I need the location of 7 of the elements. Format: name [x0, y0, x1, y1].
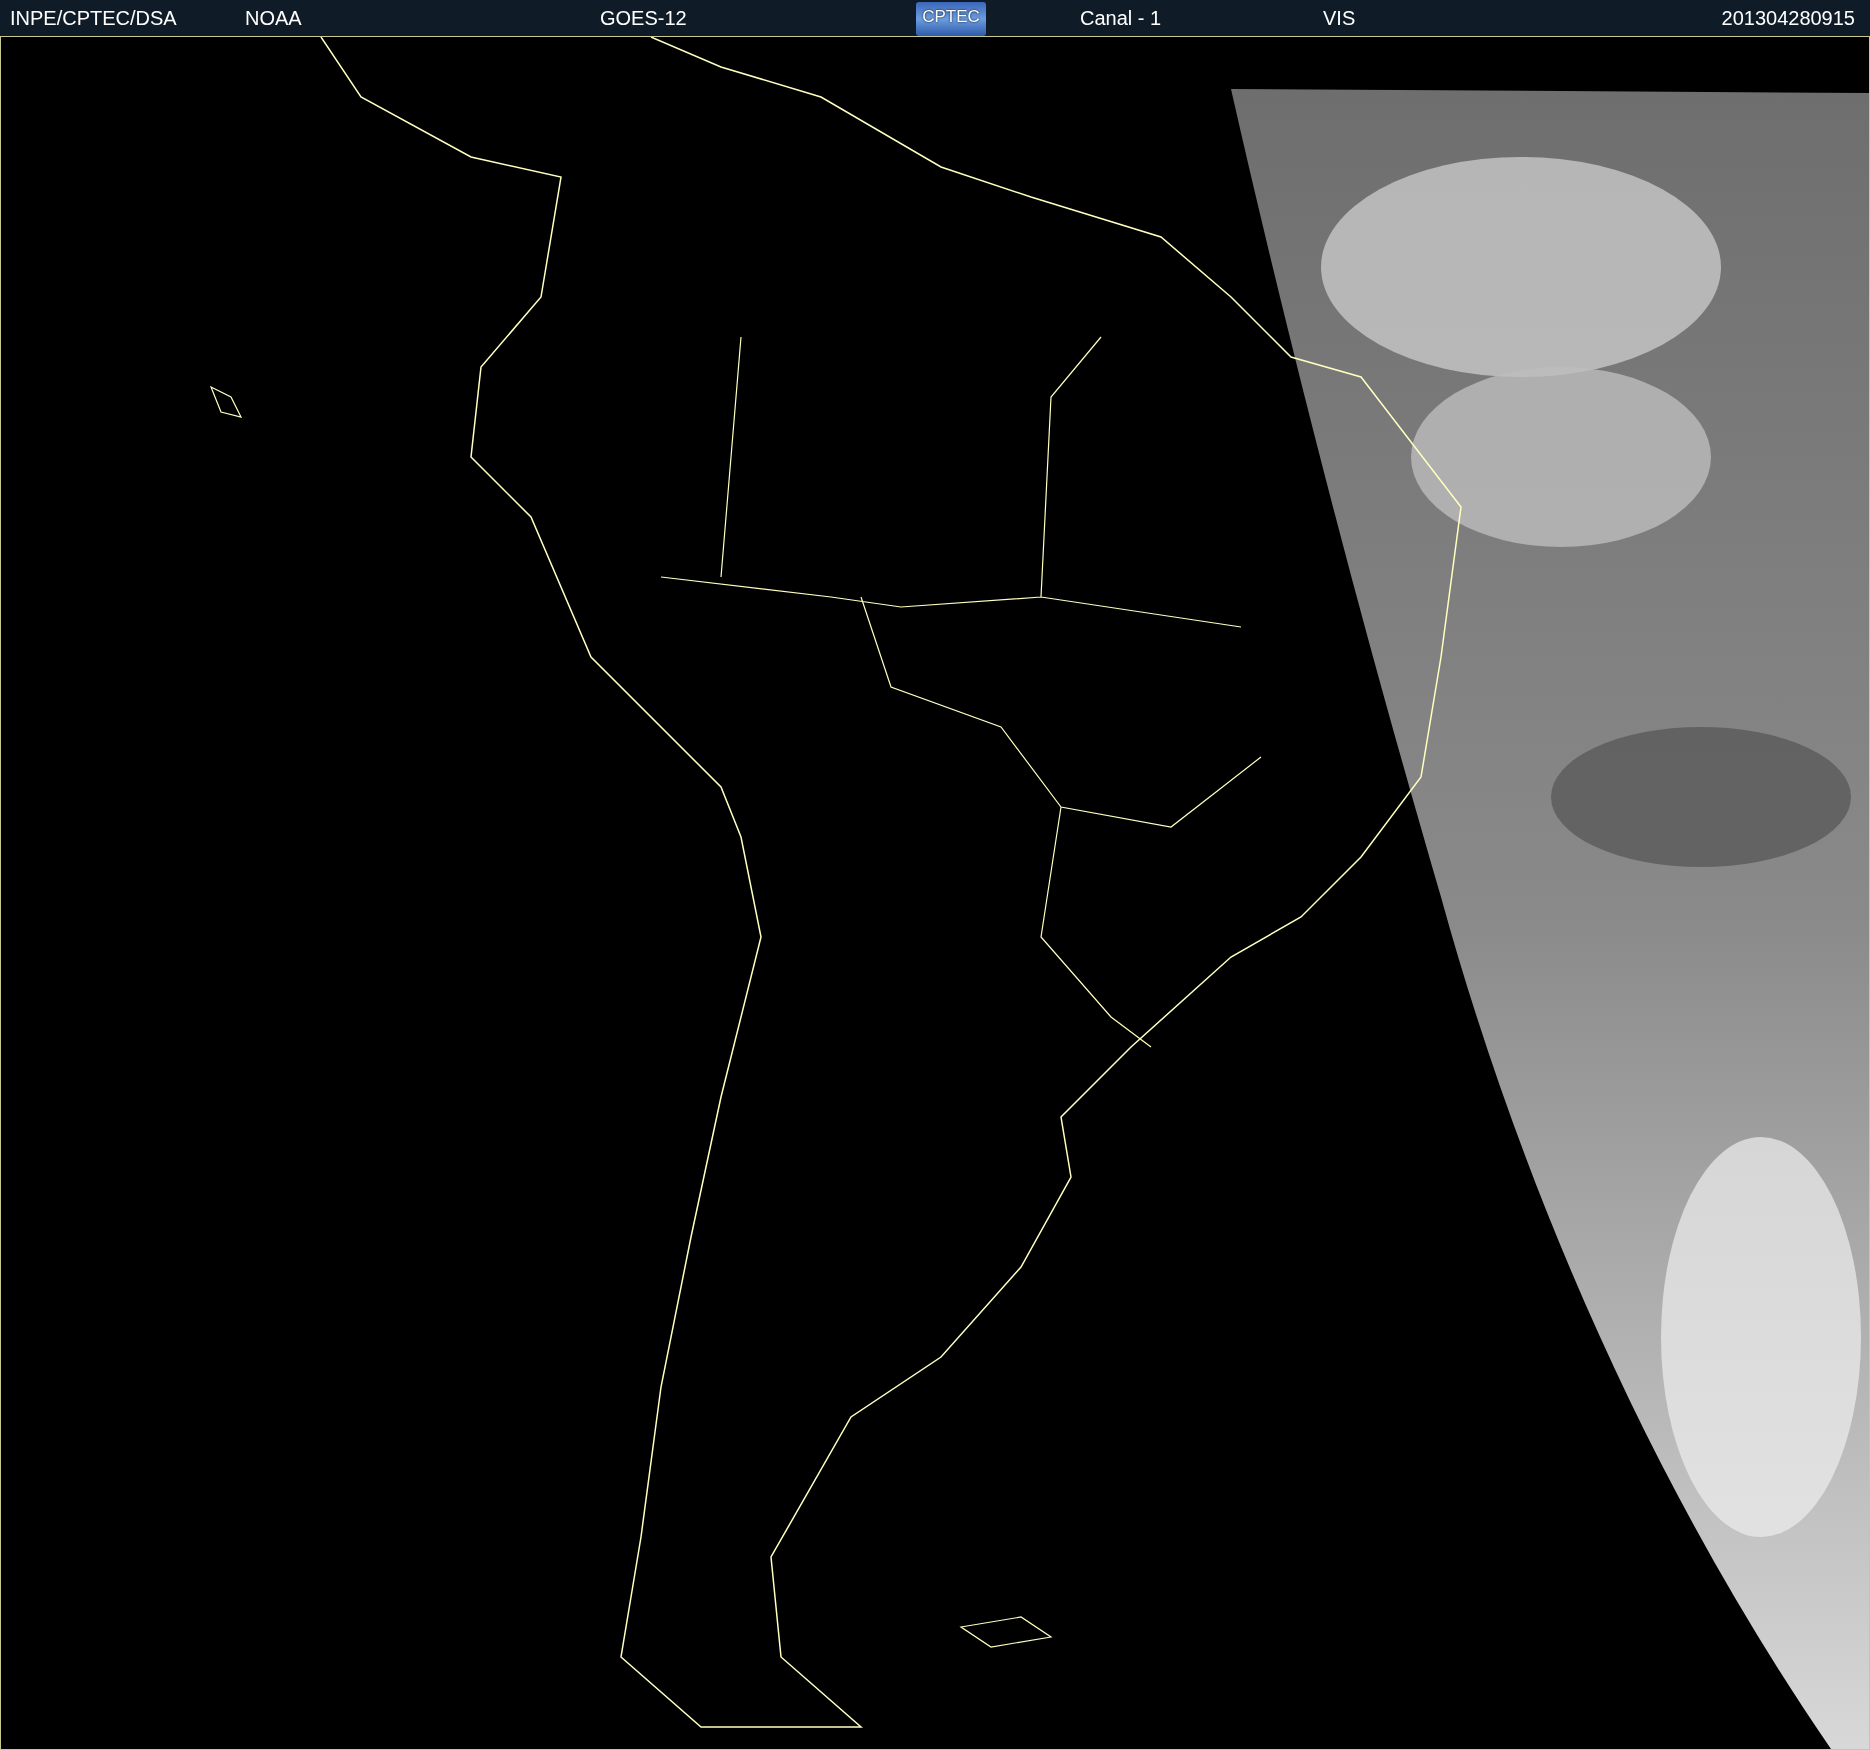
- logo: CPTEC: [916, 2, 986, 36]
- header-label: Canal - 1: [1080, 7, 1162, 29]
- header-label: NOAA: [245, 7, 302, 29]
- header-label: VIS: [1323, 7, 1356, 29]
- header-label: INPE/CPTEC/DSA: [10, 7, 177, 29]
- header-label: 201304280915: [1721, 7, 1855, 29]
- header-label: GOES-12: [600, 7, 687, 29]
